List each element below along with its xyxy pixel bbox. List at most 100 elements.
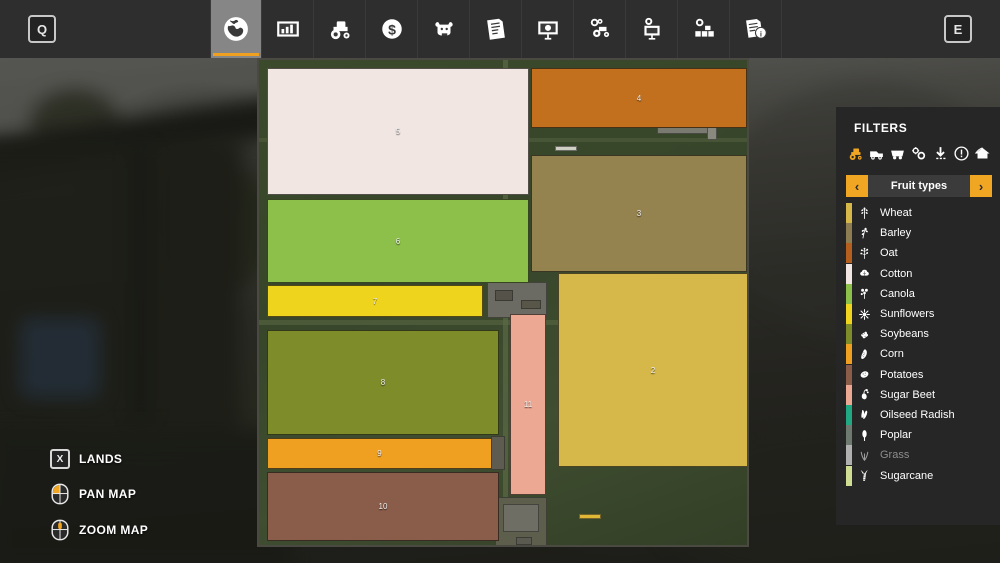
tab-contracts[interactable] xyxy=(470,0,522,58)
tab-statistics[interactable] xyxy=(262,0,314,58)
fruit-label: Grass xyxy=(880,449,910,462)
potato-icon xyxy=(852,368,876,381)
warning-filter-icon[interactable] xyxy=(952,143,971,163)
filter-prev-button[interactable]: ‹ xyxy=(846,175,868,197)
map-marker-yellow xyxy=(579,514,601,519)
svg-text:$: $ xyxy=(388,21,396,37)
help-info-icon: i xyxy=(743,16,769,42)
map-building-b xyxy=(521,300,541,309)
truck-filter-icon[interactable] xyxy=(867,143,886,163)
legend-label: PAN MAP xyxy=(79,487,137,501)
fruit-row[interactable]: Oilseed Radish xyxy=(836,404,1000,425)
fruit-label: Sugarcane xyxy=(880,469,934,482)
contracts-icon xyxy=(483,16,509,42)
map-field-number: 7 xyxy=(372,296,378,306)
fruit-label: Cotton xyxy=(880,267,913,280)
map-field[interactable]: 7 xyxy=(267,285,483,317)
legend-keycap: X xyxy=(50,449,70,469)
grass-icon xyxy=(852,449,876,462)
next-page-key[interactable]: E xyxy=(944,15,972,43)
fruit-label: Sunflowers xyxy=(880,308,935,321)
next-page-key-slot: E xyxy=(790,0,1000,58)
map-field[interactable]: 11 xyxy=(510,314,546,495)
oilseedradish-icon xyxy=(852,408,876,421)
map-field[interactable]: 3 xyxy=(531,155,747,272)
map-field-number: 3 xyxy=(636,209,642,218)
tab-vehicle-config[interactable] xyxy=(574,0,626,58)
prev-page-key[interactable]: Q xyxy=(28,15,56,43)
tab-help[interactable]: i xyxy=(730,0,782,58)
filter-next-button[interactable]: › xyxy=(970,175,992,197)
map-field-number: 11 xyxy=(523,400,533,409)
map-field-number: 5 xyxy=(395,127,401,136)
map-view[interactable]: 5674321189101 xyxy=(257,58,749,547)
cow-icon xyxy=(431,16,457,42)
legend-label: ZOOM MAP xyxy=(79,523,149,537)
map-building-g xyxy=(555,146,577,151)
ai-worker-icon xyxy=(535,16,561,42)
canola-icon xyxy=(852,287,876,300)
wheat-icon xyxy=(852,206,876,220)
map-field[interactable]: 8 xyxy=(267,330,499,435)
map-building-a xyxy=(495,290,513,301)
map-field[interactable]: 10 xyxy=(267,472,499,541)
top-toolbar: Q $ i E xyxy=(0,0,1000,58)
fruit-row[interactable]: Soybeans xyxy=(836,324,1000,345)
corn-icon xyxy=(852,348,876,361)
monitor-icon xyxy=(639,16,665,42)
tab-vehicles[interactable] xyxy=(314,0,366,58)
legend-row: PAN MAP xyxy=(50,483,148,505)
filter-category-selector: ‹ Fruit types › xyxy=(846,175,992,197)
cotton-icon xyxy=(852,267,876,280)
map-field[interactable]: 2 xyxy=(558,273,747,467)
fruit-row[interactable]: Canola xyxy=(836,283,1000,304)
map-field-number: 2 xyxy=(650,365,656,375)
filter-category-icons xyxy=(836,143,1000,169)
tab-animals[interactable] xyxy=(418,0,470,58)
trailer-filter-icon[interactable] xyxy=(888,143,907,163)
fruit-label: Oilseed Radish xyxy=(880,408,955,421)
map-field[interactable]: 9 xyxy=(267,438,492,469)
farming-sim-map-screen: Q $i E 5674321189101 FILTERS ‹ xyxy=(0,0,1000,563)
unload-filter-icon[interactable] xyxy=(931,143,950,163)
control-legend: X LANDS PAN MAP ZOOM MAP xyxy=(50,449,148,541)
fruit-row[interactable]: Cotton xyxy=(836,263,1000,284)
fruit-label: Poplar xyxy=(880,429,912,442)
map-field[interactable]: 6 xyxy=(267,199,529,283)
map-building-c xyxy=(503,504,539,532)
filters-title: FILTERS xyxy=(854,121,908,135)
fruit-row[interactable]: Poplar xyxy=(836,425,1000,446)
blocks-icon xyxy=(691,16,717,42)
tab-mods[interactable] xyxy=(678,0,730,58)
filter-category-label: Fruit types xyxy=(868,175,970,197)
tools-filter-icon[interactable] xyxy=(909,143,928,163)
fruit-row[interactable]: Barley xyxy=(836,223,1000,244)
fruit-row[interactable]: Potatoes xyxy=(836,364,1000,385)
fruit-label: Soybeans xyxy=(880,328,929,341)
fruit-row[interactable]: Oat xyxy=(836,243,1000,264)
soybean-icon xyxy=(852,328,876,341)
tab-map[interactable] xyxy=(210,0,262,58)
filters-panel: FILTERS ‹ Fruit types › Wheat Barley Oat Co… xyxy=(836,107,1000,525)
fruit-row[interactable]: Corn xyxy=(836,344,1000,365)
fruit-row[interactable]: Sugarcane xyxy=(836,465,1000,486)
oat-icon xyxy=(852,247,876,260)
vehicle-config-icon xyxy=(587,16,613,42)
tractor-filter-icon[interactable] xyxy=(846,143,865,163)
fruit-row[interactable]: Sugar Beet xyxy=(836,384,1000,405)
tractor-icon xyxy=(327,16,353,42)
tab-finances[interactable]: $ xyxy=(366,0,418,58)
fruit-row[interactable]: Sunflowers xyxy=(836,304,1000,325)
map-field[interactable]: 4 xyxy=(531,68,747,128)
map-field[interactable]: 5 xyxy=(267,68,529,195)
barley-icon xyxy=(852,227,876,240)
svg-text:i: i xyxy=(759,30,761,39)
tab-game-settings[interactable] xyxy=(626,0,678,58)
fruit-row[interactable]: Grass xyxy=(836,445,1000,466)
fruit-row[interactable]: Wheat xyxy=(836,203,1000,224)
map-field-number: 10 xyxy=(378,502,388,511)
tab-ai-workers[interactable] xyxy=(522,0,574,58)
sunflower-icon xyxy=(852,308,876,321)
house-filter-icon[interactable] xyxy=(973,143,992,163)
fruit-type-list: Wheat Barley Oat Cotton Canola Sunflowers Soyb… xyxy=(836,201,1000,486)
